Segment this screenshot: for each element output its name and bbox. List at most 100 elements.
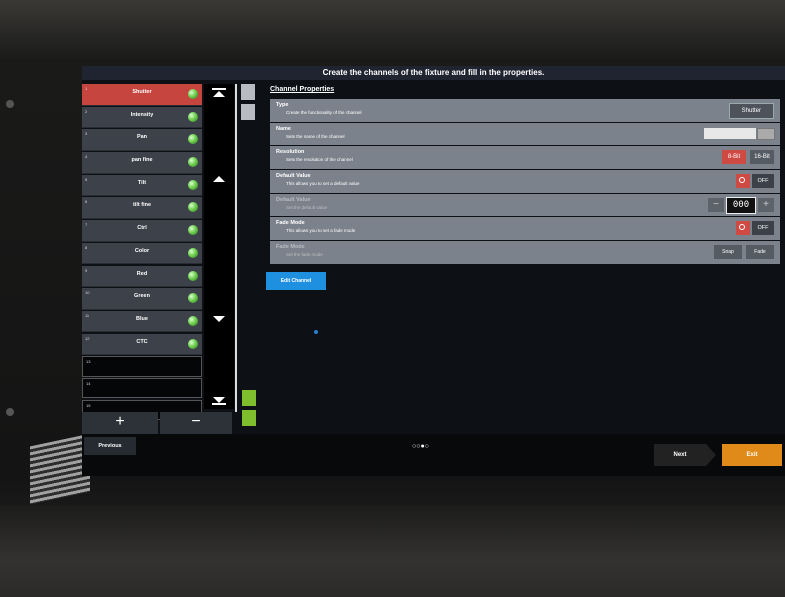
channel-name: Shutter: [132, 89, 152, 95]
property-label: Resolution: [276, 149, 305, 156]
exit-button[interactable]: Exit: [722, 444, 782, 466]
type-select-button[interactable]: Shutter: [728, 103, 774, 119]
increment-button[interactable]: +: [758, 197, 774, 212]
channel-item[interactable]: 8 Color: [82, 242, 202, 265]
empty-channel-slot[interactable]: 14: [82, 377, 202, 399]
resolution-16bit-button[interactable]: 16-Bit: [750, 150, 774, 165]
move-down-icon[interactable]: [242, 390, 256, 406]
scroll-up-icon[interactable]: [213, 176, 225, 182]
property-fade-mode-set: Fade Mode Set the fade mode Snap Fade: [270, 241, 780, 264]
channel-number: 14: [86, 380, 91, 386]
empty-channel-slot[interactable]: 13: [82, 356, 202, 377]
status-dot-icon: [188, 202, 198, 213]
property-description: Sets the name of the channel: [286, 133, 345, 139]
scroll-to-top-icon[interactable]: [213, 91, 225, 97]
channel-list: 1 Shutter 2 Intensity 3 Pan 4 pan fine 5…: [82, 84, 202, 421]
channel-number: 3: [85, 131, 88, 137]
status-dot-icon: [188, 338, 198, 349]
channel-name: Red: [136, 270, 148, 277]
status-dot-icon: [188, 247, 198, 258]
property-description: Set the default value: [286, 204, 328, 210]
footer-bar: Previous ○○●○ Next Exit: [82, 434, 785, 476]
property-description: Set the fade mode: [286, 252, 323, 258]
channel-name: Color: [134, 247, 150, 254]
channel-name: Pan: [136, 134, 148, 141]
channel-item[interactable]: 7 Ctrl: [82, 220, 202, 242]
channel-item[interactable]: 11 Blue: [82, 310, 202, 333]
status-dot-icon: [188, 270, 198, 281]
device-bezel-bottom: [0, 505, 785, 597]
record-icon[interactable]: [736, 174, 750, 189]
reorder-controls: [241, 84, 257, 426]
property-type: Type Create the functionality of the cha…: [270, 99, 780, 122]
property-name: Name Sets the name of the channel: [270, 122, 780, 146]
channel-item[interactable]: 1 Shutter: [82, 84, 202, 106]
move-to-bottom-icon[interactable]: [242, 410, 256, 426]
channel-name: Ctrl: [137, 225, 147, 232]
property-label: Default Value: [276, 173, 311, 180]
channel-number: 4: [85, 154, 88, 160]
property-label: Fade Mode: [276, 244, 305, 251]
page-indicator: ○○●○: [412, 443, 429, 450]
page-title: Create the channels of the fixture and f…: [82, 66, 785, 80]
list-scrollbar[interactable]: [204, 84, 234, 409]
channel-name: Green: [134, 293, 150, 300]
default-value-field[interactable]: 000: [726, 196, 756, 214]
status-dot-icon: [188, 315, 198, 326]
channel-name: CTC: [136, 338, 148, 345]
status-dot-icon: [188, 293, 198, 304]
properties-panel: Type Create the functionality of the cha…: [270, 99, 780, 265]
next-button[interactable]: Next: [654, 444, 706, 466]
property-description: Sets the resolution of the channel: [286, 157, 353, 163]
channel-item[interactable]: 5 Tilt: [82, 174, 202, 197]
channel-name: pan fine: [131, 157, 153, 164]
remove-channel-button[interactable]: −: [160, 412, 232, 434]
channel-item[interactable]: 4 pan fine: [82, 152, 202, 174]
channel-name: Tilt: [137, 179, 147, 186]
channel-name-input[interactable]: [704, 127, 756, 139]
resolution-8bit-button[interactable]: 8-Bit: [722, 150, 746, 165]
property-label: Name: [276, 125, 291, 132]
scroll-bottom-bar: [212, 403, 226, 405]
channel-number: 12: [85, 335, 90, 341]
record-icon[interactable]: [736, 221, 750, 236]
decrement-button[interactable]: −: [708, 197, 724, 212]
channel-name: tilt fine: [132, 202, 152, 209]
scroll-down-icon[interactable]: [213, 316, 225, 322]
property-description: This allows you to set a default value: [286, 181, 360, 187]
status-dot-icon: [188, 111, 198, 122]
snap-button[interactable]: Snap: [714, 245, 742, 260]
channel-number: 1: [85, 86, 88, 91]
fade-button[interactable]: Fade: [746, 245, 774, 260]
channel-item[interactable]: 10 Green: [82, 288, 202, 310]
status-dot-icon: [188, 157, 198, 168]
status-dot-icon: [188, 179, 198, 190]
channel-item[interactable]: 2 Intensity: [82, 106, 202, 129]
channel-number: 15: [86, 402, 91, 408]
property-label: Fade Mode: [276, 220, 305, 227]
default-value-toggle[interactable]: OFF: [752, 174, 774, 189]
channel-item[interactable]: 3 Pan: [82, 129, 202, 151]
channel-number: 10: [85, 290, 90, 296]
property-label: Default Value: [276, 196, 311, 203]
fade-mode-toggle[interactable]: OFF: [752, 221, 774, 236]
add-channel-button[interactable]: +: [82, 412, 158, 434]
edit-channel-button[interactable]: Edit Channel: [266, 272, 326, 290]
divider: [235, 84, 237, 412]
channel-number: 7: [85, 222, 88, 228]
status-dot-icon: [188, 89, 198, 99]
channel-item[interactable]: 12 CTC: [82, 333, 202, 356]
move-to-top-icon[interactable]: [241, 84, 255, 100]
channel-item[interactable]: 9 Red: [82, 265, 202, 287]
previous-button[interactable]: Previous: [84, 437, 136, 455]
property-label: Type: [276, 102, 289, 108]
scroll-top-bar: [212, 88, 226, 90]
property-description: Create the functionality of the channel: [286, 110, 362, 115]
channel-number: 9: [85, 267, 88, 273]
keyboard-icon[interactable]: [757, 127, 775, 140]
channel-number: 2: [85, 108, 88, 114]
channel-name: Blue: [136, 315, 148, 322]
channel-item[interactable]: 6 tilt fine: [82, 197, 202, 219]
move-up-icon[interactable]: [241, 104, 255, 120]
property-description: This allows you to set a fade mode: [286, 228, 356, 234]
